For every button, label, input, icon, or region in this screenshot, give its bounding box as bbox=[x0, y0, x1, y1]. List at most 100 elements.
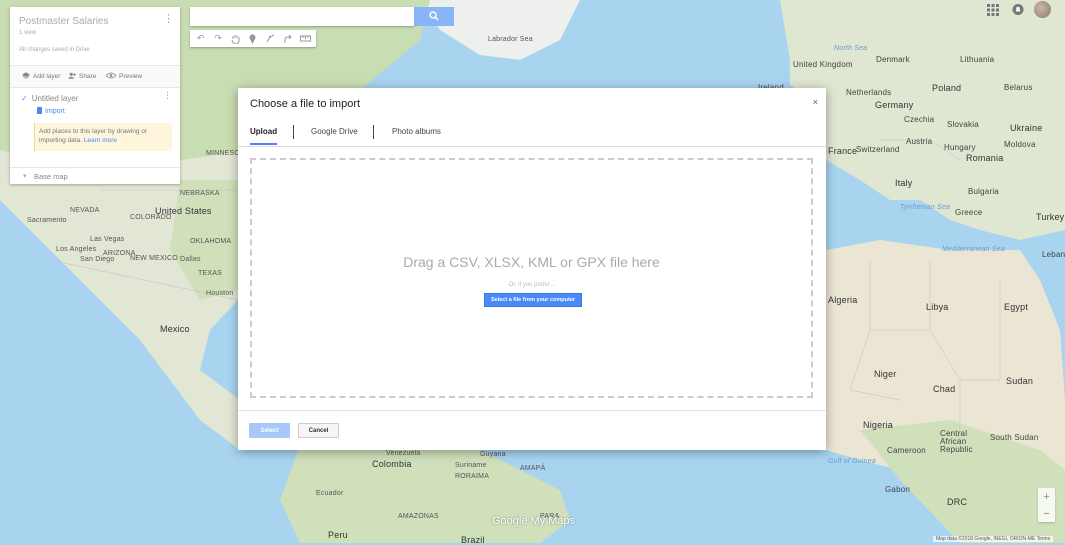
map-label-brazil: Brazil bbox=[461, 535, 485, 545]
layer-options-kebab-icon[interactable]: ⋮ bbox=[163, 91, 172, 100]
draw-line-icon[interactable] bbox=[264, 33, 276, 45]
zoom-out-button[interactable]: − bbox=[1038, 505, 1055, 522]
alternative-text: Or, if you prefer... bbox=[508, 282, 555, 288]
map-label-lithuania: Lithuania bbox=[960, 55, 995, 64]
map-label-belarus: Belarus bbox=[1004, 83, 1033, 92]
map-label-hungary: Hungary bbox=[944, 143, 976, 152]
map-label-los-angeles: Los Angeles bbox=[56, 246, 97, 253]
map-label-las-vegas: Las Vegas bbox=[90, 236, 125, 243]
map-label-algeria: Algeria bbox=[828, 295, 858, 305]
map-label-france: France bbox=[828, 146, 858, 156]
import-label: Import bbox=[45, 108, 65, 115]
add-layer-label: Add layer bbox=[33, 73, 61, 80]
layer-row[interactable]: ✓ Untitled layer bbox=[21, 94, 78, 103]
share-button[interactable]: Share bbox=[68, 72, 96, 80]
map-options-kebab-icon[interactable]: ⋮ bbox=[163, 14, 174, 25]
map-label-slovakia: Slovakia bbox=[947, 120, 979, 129]
map-label-libya: Libya bbox=[926, 302, 949, 312]
map-label-mexico: Mexico bbox=[160, 324, 190, 334]
tab-upload[interactable]: Upload bbox=[250, 127, 278, 145]
import-dialog: Choose a file to import × Upload Google … bbox=[238, 88, 826, 450]
map-label-amapa: AMAPÁ bbox=[520, 465, 546, 472]
map-label-tyrrhenian-sea: Tyrrhenian Sea bbox=[900, 204, 951, 211]
map-label-nevada: NEVADA bbox=[70, 207, 100, 214]
map-label-sacramento: Sacramento bbox=[27, 217, 67, 224]
panel-actions-bar: Add layer Share Preview bbox=[10, 65, 180, 88]
map-label-bulgaria: Bulgaria bbox=[968, 187, 999, 196]
map-label-nebraska: NEBRASKA bbox=[180, 190, 220, 197]
map-attribution[interactable]: Map data ©2018 Google, INEGI, ORION-ME T… bbox=[933, 536, 1054, 542]
apps-grid-icon[interactable] bbox=[987, 4, 999, 16]
file-drop-zone[interactable]: Drag a CSV, XLSX, KML or GPX file here O… bbox=[250, 158, 813, 398]
base-map-label: Base map bbox=[34, 172, 68, 181]
map-label-new-mexico: NEW MEXICO bbox=[130, 255, 178, 262]
map-label-mediterranean-sea: Mediterranean Sea bbox=[942, 246, 1005, 253]
tab-google-drive[interactable]: Google Drive bbox=[311, 127, 358, 143]
cancel-button[interactable]: Cancel bbox=[298, 423, 339, 438]
search-button[interactable] bbox=[414, 7, 454, 26]
map-label-ukraine: Ukraine bbox=[1010, 123, 1043, 133]
tab-separator bbox=[373, 125, 374, 139]
directions-icon[interactable] bbox=[282, 33, 294, 45]
save-status: All changes saved in Drive bbox=[19, 47, 90, 53]
ruler-icon[interactable] bbox=[299, 33, 311, 45]
map-label-turkey: Turkey bbox=[1036, 212, 1065, 222]
zoom-in-button[interactable]: + bbox=[1038, 488, 1055, 505]
preview-label: Preview bbox=[119, 73, 143, 80]
map-label-peru: Peru bbox=[328, 530, 348, 540]
map-label-south-sudan: South Sudan bbox=[990, 433, 1039, 442]
tab-separator bbox=[293, 125, 294, 139]
map-label-gabon: Gabon bbox=[885, 485, 911, 494]
notifications-bell-icon[interactable] bbox=[1012, 3, 1024, 16]
tab-photo-albums[interactable]: Photo albums bbox=[392, 127, 441, 143]
map-label-roraima: RORAIMA bbox=[455, 473, 490, 480]
import-link[interactable]: Import bbox=[37, 107, 65, 115]
map-label-germany: Germany bbox=[875, 100, 914, 110]
map-label-nigeria: Nigeria bbox=[863, 420, 893, 430]
map-label-guyana: Guyana bbox=[480, 451, 506, 458]
map-label-italy: Italy bbox=[895, 178, 913, 188]
map-label-texas: TEXAS bbox=[198, 270, 222, 277]
map-label-lebanon: Lebanon bbox=[1042, 250, 1065, 259]
select-button[interactable]: Select bbox=[249, 423, 290, 438]
add-layer-button[interactable]: Add layer bbox=[22, 72, 60, 80]
map-label-colombia: Colombia bbox=[372, 459, 412, 469]
learn-more-link[interactable]: Learn more bbox=[84, 137, 117, 144]
close-icon[interactable]: × bbox=[813, 97, 818, 107]
add-marker-icon[interactable] bbox=[247, 33, 259, 45]
layer-hint-box: Add places to this layer by drawing or i… bbox=[34, 123, 172, 151]
map-title[interactable]: Postmaster Salaries bbox=[19, 16, 108, 27]
chevron-down-icon[interactable]: ▾ bbox=[23, 172, 27, 180]
map-label-north-sea: North Sea bbox=[834, 45, 868, 52]
map-label-denmark: Denmark bbox=[876, 55, 910, 64]
drop-zone-text: Drag a CSV, XLSX, KML or GPX file here bbox=[403, 254, 660, 270]
layer-visible-check-icon[interactable]: ✓ bbox=[21, 94, 28, 103]
select-file-from-computer-button[interactable]: Select a file from your computer bbox=[484, 293, 582, 307]
base-map-row[interactable]: ▾ Base map bbox=[10, 167, 180, 185]
eye-icon bbox=[106, 72, 116, 79]
import-source-tabs: Upload Google Drive Photo albums bbox=[238, 122, 826, 147]
google-my-maps-logo: Google My Maps bbox=[492, 515, 575, 527]
user-avatar[interactable] bbox=[1034, 1, 1051, 18]
undo-icon[interactable]: ↶ bbox=[195, 33, 207, 45]
map-label-ecuador: Ecuador bbox=[316, 490, 344, 497]
redo-icon[interactable]: ↷ bbox=[212, 33, 224, 45]
document-icon bbox=[37, 107, 42, 114]
logo-my-maps-text: My Maps bbox=[530, 515, 576, 527]
map-label-sudan: Sudan bbox=[1006, 376, 1034, 386]
layers-icon bbox=[22, 72, 30, 79]
map-label-united-kingdom: United Kingdom bbox=[793, 60, 853, 69]
search-input[interactable] bbox=[190, 7, 414, 26]
layer-name[interactable]: Untitled layer bbox=[32, 94, 79, 103]
hand-icon[interactable] bbox=[230, 33, 242, 45]
map-views-count: 1 view bbox=[19, 30, 37, 36]
preview-button[interactable]: Preview bbox=[106, 72, 142, 80]
logo-google-text: Google bbox=[492, 515, 528, 527]
map-label-suriname: Suriname bbox=[455, 462, 487, 469]
share-label: Share bbox=[79, 73, 97, 80]
map-label-dallas: Dallas bbox=[180, 256, 201, 263]
map-toolbar: ↶ ↷ bbox=[190, 30, 316, 47]
map-label-austria: Austria bbox=[906, 137, 933, 146]
map-label-drc: DRC bbox=[947, 497, 968, 507]
map-label-czechia: Czechia bbox=[904, 115, 935, 124]
